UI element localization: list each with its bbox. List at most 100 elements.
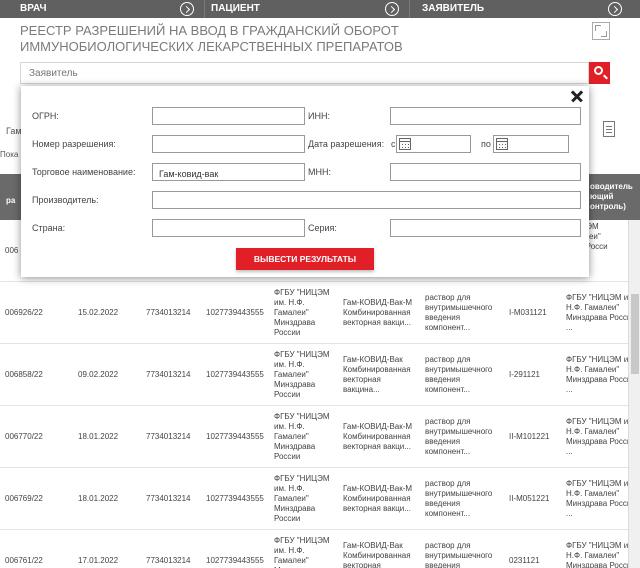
ogrn-field[interactable] (153, 110, 304, 126)
row-producer: ФГБУ "НИЦЭМ им.Н.Ф. Гамалеи"Минздрава Ро… (566, 540, 628, 568)
row-date: 18.01.2022 (78, 493, 119, 503)
chevron-right-icon (608, 2, 622, 16)
row-ogrn: 1027739443555 (206, 555, 264, 565)
top-nav: ВРАЧ ПАЦИЕНТ ЗАЯВИТЕЛЬ (0, 0, 640, 18)
show-results-button[interactable]: ВЫВЕСТИ РЕЗУЛЬТАТЫ (236, 248, 374, 270)
row-trade-name: Гам-КОВИД-Вак-М Комбинированная векторная … (343, 297, 413, 327)
nav-item-applicant[interactable]: ЗАЯВИТЕЛЬ (410, 0, 640, 18)
calendar-icon[interactable] (496, 138, 508, 150)
chevron-right-icon (180, 2, 194, 16)
header-cell: ющий (590, 192, 614, 201)
row-series: 0231121 (509, 555, 540, 565)
chevron-right-icon (385, 2, 399, 16)
mnn-label: МНН: (308, 167, 331, 177)
nav-item-label: ПАЦИЕНТ (211, 3, 260, 14)
country-field-box (152, 219, 305, 238)
row-number: 006858/22 (5, 369, 43, 379)
country-field[interactable] (153, 222, 304, 238)
date-to-field[interactable] (493, 135, 569, 153)
row-date: 09.02.2022 (78, 369, 119, 379)
row-date: 15.02.2022 (78, 307, 119, 317)
table-row[interactable]: 006858/22 09.02.2022 7734013214 10277394435… (0, 344, 628, 406)
row-ogrn: 1027739443555 (206, 307, 264, 317)
document-icon[interactable] (603, 121, 615, 137)
row-series: II-M101221 (509, 431, 550, 441)
date-from-field[interactable] (396, 135, 471, 153)
row-applicant: ФГБУ "НИЦЭМим. Н.Ф.Гамалеи"МинздраваРосс… (274, 473, 330, 523)
row-number: 006769/22 (5, 493, 43, 503)
nav-item-patient[interactable]: ПАЦИЕНТ (205, 0, 410, 18)
mnn-field[interactable] (391, 166, 580, 182)
scrollbar[interactable] (628, 220, 640, 568)
search-box (20, 62, 589, 84)
row-trade-name: Гам-КОВИД-ВакКомбинированнаявекторнаявак… (343, 354, 411, 394)
row-trade-name: Гам-КОВИД-Вак-М Комбинированная векторная … (343, 421, 413, 451)
permit-number-field[interactable] (153, 138, 304, 154)
row-inn: 7734013214 (146, 493, 191, 503)
background-text: Пока (0, 150, 19, 159)
ogrn-field-box (152, 107, 305, 126)
manufacturer-field-box (152, 191, 581, 210)
header-cell: онтроль) (590, 202, 626, 211)
fullscreen-icon[interactable] (592, 22, 610, 40)
row-dosage-form: раствор длявнутримышечноговведениякомпон… (425, 416, 493, 456)
inn-field-box (390, 107, 581, 126)
row-inn: 7734013214 (146, 307, 191, 317)
row-ogrn: 1027739443555 (206, 431, 264, 441)
search-input[interactable] (21, 63, 588, 84)
table-row[interactable]: 006761/22 17.01.2022 7734013214 10277394435… (0, 530, 628, 568)
trade-name-label: Торговое наименование: (32, 167, 136, 177)
row-applicant: ФГБУ "НИЦЭМим. Н.Ф.Гамалеи"МинздраваРосс… (274, 287, 330, 337)
table-row[interactable]: 006769/22 18.01.2022 7734013214 10277394435… (0, 468, 628, 530)
table-row[interactable]: 006926/22 15.02.2022 7734013214 10277394435… (0, 282, 628, 344)
row-inn: 7734013214 (146, 431, 191, 441)
series-label: Серия: (308, 223, 337, 233)
row-number: 006761/22 (5, 555, 43, 565)
close-icon[interactable] (570, 89, 584, 103)
page-title: РЕЕСТР РАЗРЕШЕНИЙ НА ВВОД В ГРАЖДАНСКИЙ … (20, 23, 403, 54)
table-row[interactable]: 006770/22 18.01.2022 7734013214 10277394435… (0, 406, 628, 468)
row-series: I-291121 (509, 369, 540, 379)
row-number: 006926/22 (5, 307, 43, 317)
search-icon (594, 66, 603, 75)
row-dosage-form: раствор длявнутримышечноговведениякомпон… (425, 478, 493, 518)
row-inn: 7734013214 (146, 369, 191, 379)
nav-item-doctor[interactable]: ВРАЧ (0, 0, 205, 18)
row-ogrn: 1027739443555 (206, 493, 264, 503)
nav-item-label: ЗАЯВИТЕЛЬ (422, 3, 485, 14)
search-button[interactable] (589, 62, 610, 84)
row-applicant: ФГБУ "НИЦЭМим. Н.Ф.Гамалеи"МинздраваРосс… (274, 411, 330, 461)
row-producer: ФГБУ "НИЦЭМ им.Н.Ф. Гамалеи"Минздрава Ро… (566, 478, 628, 518)
row-trade-name: Гам-КОВИД-ВакКомбинированнаявекторнаявак… (343, 540, 411, 568)
trade-name-field[interactable] (153, 166, 304, 182)
row-number: 006 (5, 245, 19, 255)
scrollbar-thumb[interactable] (631, 294, 639, 374)
row-series: I-M031121 (509, 307, 547, 317)
inn-field[interactable] (391, 110, 580, 126)
row-dosage-form: раствор длявнутримышечноговведениякомпон… (425, 354, 493, 394)
series-field[interactable] (391, 222, 580, 238)
row-dosage-form: раствор длявнутримышечноговведениякомпон… (425, 540, 493, 568)
trade-name-field-box (152, 163, 305, 182)
calendar-icon[interactable] (399, 138, 411, 150)
row-date: 17.01.2022 (78, 555, 119, 565)
table-rows: 006926/22 15.02.2022 7734013214 10277394435… (0, 282, 628, 568)
row-applicant: ФГБУ "НИЦЭМим. Н.Ф.Гамалеи"МинздраваРосс… (274, 535, 330, 568)
manufacturer-field[interactable] (153, 194, 580, 210)
row-producer: ФГБУ "НИЦЭМ им.Н.Ф. Гамалеи"Минздрава Ро… (566, 354, 628, 394)
filter-modal: ОГРН: ИНН: Номер разрешения: Дата разреш… (21, 86, 589, 277)
row-inn: 7734013214 (146, 555, 191, 565)
row-number: 006770/22 (5, 431, 43, 441)
mnn-field-box (390, 163, 581, 182)
series-field-box (390, 219, 581, 238)
permit-date-label: Дата разрешения: (308, 139, 385, 149)
date-to-label: по (481, 139, 491, 149)
row-trade-name: Гам-КОВИД-Вак-М Комбинированная векторная … (343, 483, 413, 513)
header-cell: оводитель (590, 182, 633, 191)
row-series: II-M051221 (509, 493, 550, 503)
permit-number-label: Номер разрешения: (32, 139, 116, 149)
ogrn-label: ОГРН: (32, 111, 59, 121)
row-dosage-form: раствор длявнутримышечноговведениякомпон… (425, 292, 493, 332)
date-from-label: с (391, 139, 396, 149)
row-date: 18.01.2022 (78, 431, 119, 441)
